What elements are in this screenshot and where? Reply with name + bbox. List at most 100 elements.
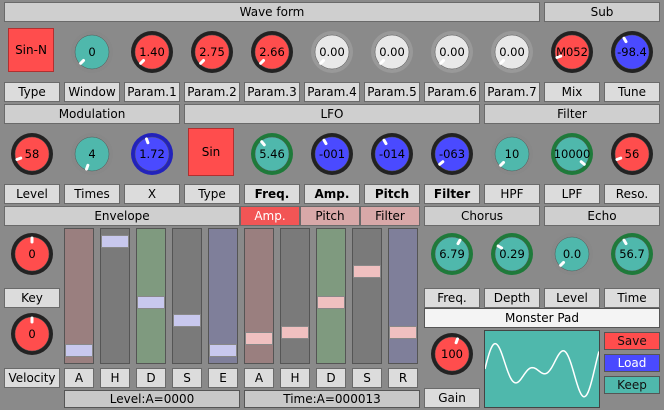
chorus-freq-knob-value: 6.79 xyxy=(439,247,465,261)
env-slider-left-4-label: S xyxy=(172,368,202,388)
env-slider-left-3-thumb[interactable] xyxy=(137,296,165,309)
env-slider-left-5-thumb[interactable] xyxy=(209,344,237,357)
mod-level-knob[interactable]: 58 xyxy=(10,132,54,176)
hpf-knob[interactable]: 10 xyxy=(490,132,534,176)
label-param-3: Param.3 xyxy=(244,82,300,102)
env-slider-right-5-thumb[interactable] xyxy=(389,326,417,339)
save-button[interactable]: Save xyxy=(604,332,660,350)
label-mix: Mix xyxy=(544,82,600,102)
sub-section-header: Sub xyxy=(544,2,660,22)
env-slider-right-3-thumb[interactable] xyxy=(317,296,345,309)
envelope-tab-filter[interactable]: Filter xyxy=(360,206,420,226)
lfo-filter-knob[interactable]: -063 xyxy=(430,132,474,176)
echo-time-knob[interactable]: 56.7 xyxy=(610,232,654,276)
label-chorus-freq: Freq. xyxy=(424,288,480,308)
chorus-freq-knob[interactable]: 6.79 xyxy=(430,232,474,276)
gain-knob[interactable]: 100 xyxy=(430,332,474,376)
echo-level-knob[interactable]: 0.0 xyxy=(550,232,594,276)
mod-times-knob-value: 4 xyxy=(88,147,96,161)
env-slider-left-3-label: D xyxy=(136,368,166,388)
mod-x-knob[interactable]: 1.72 xyxy=(130,132,174,176)
lfo-pitch-knob[interactable]: -014 xyxy=(370,132,414,176)
time-readout: Time:A=000013 xyxy=(244,390,420,408)
env-slider-left-5[interactable] xyxy=(208,228,238,364)
env-slider-left-5-label: E xyxy=(208,368,238,388)
env-slider-right-2-thumb[interactable] xyxy=(281,326,309,339)
env-slider-left-3[interactable] xyxy=(136,228,166,364)
label-level: Level xyxy=(4,184,60,204)
sub-tune-knob[interactable]: -98.4 xyxy=(610,30,654,74)
waveform-knob-5[interactable]: 0.00 xyxy=(310,30,354,74)
preset-name-field[interactable]: Monster Pad xyxy=(424,308,660,328)
env-slider-right-2[interactable] xyxy=(280,228,310,364)
waveform-knob-1-value: 0 xyxy=(88,45,96,59)
lfo-filter-tab[interactable]: Filter xyxy=(424,184,480,204)
env-slider-right-4[interactable] xyxy=(352,228,382,364)
label-echo-level: Level xyxy=(544,288,600,308)
echo-level-knob-value: 0.0 xyxy=(562,247,582,261)
lfo-pitch-tab[interactable]: Pitch xyxy=(364,184,420,204)
filter-section-header: Filter xyxy=(484,104,660,124)
waveform-knob-8[interactable]: 0.00 xyxy=(490,30,534,74)
env-slider-left-1[interactable] xyxy=(64,228,94,364)
env-slider-left-2-thumb[interactable] xyxy=(101,235,129,248)
velocity-knob[interactable]: 0 xyxy=(10,312,54,356)
env-slider-right-4-thumb[interactable] xyxy=(353,265,381,278)
waveform-knob-8-value: 0.00 xyxy=(499,45,525,59)
key-knob[interactable]: 0 xyxy=(10,232,54,276)
waveform-knob-6-value: 0.00 xyxy=(379,45,405,59)
reso-knob[interactable]: 56 xyxy=(610,132,654,176)
env-slider-right-3[interactable] xyxy=(316,228,346,364)
lfo-amp-knob[interactable]: -001 xyxy=(310,132,354,176)
env-slider-right-5[interactable] xyxy=(388,228,418,364)
label-param-6: Param.6 xyxy=(424,82,480,102)
waveform-knob-5-value: 0.00 xyxy=(319,45,345,59)
load-button[interactable]: Load xyxy=(604,354,660,372)
label-window: Window xyxy=(64,82,120,102)
waveform-knob-3-value: 2.75 xyxy=(199,45,225,59)
env-slider-right-1-thumb[interactable] xyxy=(245,332,273,345)
waveform-type-button[interactable]: Sin-N xyxy=(8,28,54,72)
waveform-knob-2[interactable]: 1.40 xyxy=(130,30,174,74)
waveform-knob-4[interactable]: 2.66 xyxy=(250,30,294,74)
waveform-knob-3[interactable]: 2.75 xyxy=(190,30,234,74)
envelope-tab-amp[interactable]: Amp. xyxy=(240,206,300,226)
chorus-depth-knob[interactable]: 0.29 xyxy=(490,232,534,276)
gain-knob-value: 100 xyxy=(441,347,463,361)
key-knob-value: 0 xyxy=(28,247,36,261)
envelope-tab-pitch[interactable]: Pitch xyxy=(300,206,360,226)
lfo-freq-knob[interactable]: 5.46 xyxy=(250,132,294,176)
lfo-pitch-knob-value: -014 xyxy=(378,147,406,161)
sub-mix-knob[interactable]: M052 xyxy=(550,30,594,74)
lfo-section-header: LFO xyxy=(184,104,480,124)
label-tune: Tune xyxy=(604,82,660,102)
label-times: Times xyxy=(64,184,120,204)
reso-knob-value: 56 xyxy=(624,147,640,161)
env-slider-right-4-label: S xyxy=(352,368,382,388)
waveform-knob-1[interactable]: 0 xyxy=(70,30,114,74)
label-velocity: Velocity xyxy=(4,368,60,388)
env-slider-left-1-thumb[interactable] xyxy=(65,344,93,357)
label-type: Type xyxy=(4,82,60,102)
lpf-knob[interactable]: 10000 xyxy=(550,132,594,176)
env-slider-left-2[interactable] xyxy=(100,228,130,364)
env-slider-right-1-label: A xyxy=(244,368,274,388)
lfo-type-button[interactable]: Sin xyxy=(188,128,234,176)
mod-times-knob[interactable]: 4 xyxy=(70,132,114,176)
env-slider-right-3-label: D xyxy=(316,368,346,388)
env-slider-left-1-label: A xyxy=(64,368,94,388)
chorus-depth-knob-value: 0.29 xyxy=(499,247,525,261)
env-slider-left-4-thumb[interactable] xyxy=(173,314,201,327)
mod-level-knob-value: 58 xyxy=(24,147,40,161)
label-reso: Reso. xyxy=(604,184,660,204)
sub-mix-knob-value: M052 xyxy=(556,45,588,59)
keep-button[interactable]: Keep xyxy=(604,376,660,394)
label-gain: Gain xyxy=(424,388,480,408)
env-slider-left-4[interactable] xyxy=(172,228,202,364)
env-slider-right-1[interactable] xyxy=(244,228,274,364)
waveform-knob-6[interactable]: 0.00 xyxy=(370,30,414,74)
lfo-freq-tab[interactable]: Freq. xyxy=(244,184,300,204)
waveform-knob-7[interactable]: 0.00 xyxy=(430,30,474,74)
lfo-filter-knob-value: -063 xyxy=(438,147,466,161)
lfo-amp-tab[interactable]: Amp. xyxy=(304,184,360,204)
